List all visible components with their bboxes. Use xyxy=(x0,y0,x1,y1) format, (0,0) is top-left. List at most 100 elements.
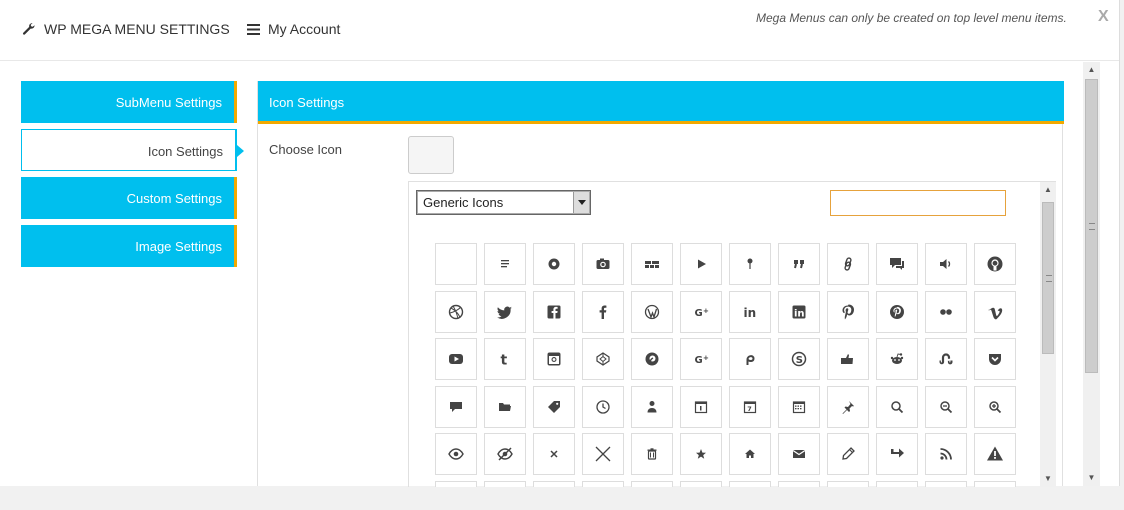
icon-option-polldaddy[interactable] xyxy=(631,338,673,380)
icon-option-summary[interactable] xyxy=(925,480,967,487)
tab-image-settings[interactable]: Image Settings xyxy=(21,225,237,267)
icon-option-user[interactable] xyxy=(631,385,673,428)
modal-scrollbar[interactable]: ▲ ▼ xyxy=(1083,62,1100,486)
icon-grid-scrollbar[interactable]: ▲ ▼ xyxy=(1040,182,1056,487)
icon-option-audio[interactable] xyxy=(925,243,967,285)
icon-option-standard[interactable] xyxy=(484,243,526,285)
icon-option-facebook-square[interactable] xyxy=(533,290,575,333)
icon-option-instagram[interactable] xyxy=(533,338,575,380)
icon-option-googleplus-alt[interactable]: G + xyxy=(680,338,722,380)
icon-option-share[interactable] xyxy=(435,480,477,487)
scroll-down-icon[interactable]: ▼ xyxy=(1040,471,1056,487)
tab-submenu-settings[interactable]: SubMenu Settings xyxy=(21,81,237,123)
icon-option-reddit[interactable] xyxy=(876,338,918,380)
icon-option-reply[interactable] xyxy=(876,433,918,475)
tab-icon-settings[interactable]: Icon Settings xyxy=(21,129,244,171)
selected-icon-preview[interactable] xyxy=(408,136,454,174)
icon-option-comment[interactable] xyxy=(435,385,477,428)
gallery-icon xyxy=(643,255,661,273)
icon-option-pinned[interactable] xyxy=(827,385,869,428)
icon-option-week[interactable]: 7 xyxy=(729,385,771,428)
icon-option-show[interactable] xyxy=(435,433,477,475)
icon-option-twitter[interactable] xyxy=(484,290,526,333)
icon-option-close-alt[interactable] xyxy=(582,433,624,475)
icon-option-wordpress[interactable] xyxy=(631,290,673,333)
icon-option-minimize[interactable] xyxy=(729,480,771,487)
zoom-icon xyxy=(986,398,1004,416)
icon-option-linkedin-square[interactable]: in xyxy=(778,290,820,333)
icon-option-tumblr[interactable]: t xyxy=(484,338,526,380)
icon-option-home[interactable] xyxy=(729,433,771,475)
icon-option-star[interactable] xyxy=(680,433,722,475)
icon-option-day[interactable] xyxy=(680,385,722,428)
icon-option-video[interactable] xyxy=(680,243,722,285)
icon-option-spam[interactable] xyxy=(876,480,918,487)
icon-option-flickr[interactable] xyxy=(925,290,967,333)
icon-option-blank[interactable] xyxy=(435,243,477,285)
icon-option-close[interactable] xyxy=(533,433,575,475)
icon-option-search[interactable] xyxy=(876,385,918,428)
icon-option-dribbble[interactable] xyxy=(435,290,477,333)
facebook-icon xyxy=(594,303,612,321)
icon-option-image[interactable] xyxy=(582,243,624,285)
scroll-up-icon[interactable]: ▲ xyxy=(1083,62,1100,78)
icon-option-pinterest-circle[interactable] xyxy=(876,290,918,333)
icon-option-mail[interactable] xyxy=(778,433,820,475)
icon-option-category[interactable] xyxy=(484,385,526,428)
icon-option-github[interactable] xyxy=(974,243,1016,285)
icon-option-checkmark[interactable] xyxy=(582,480,624,487)
icon-option-maximize[interactable] xyxy=(778,480,820,487)
icon-option-linkedin[interactable]: in xyxy=(729,290,771,333)
icon-option-codepen[interactable] xyxy=(582,338,624,380)
icon-option-zoom[interactable] xyxy=(974,385,1016,428)
icon-option-location[interactable] xyxy=(533,480,575,487)
scroll-up-icon[interactable]: ▲ xyxy=(1040,182,1056,198)
icon-option-warning[interactable] xyxy=(974,433,1016,475)
close-button[interactable]: X xyxy=(1098,8,1109,26)
status-icon xyxy=(741,255,759,273)
settings-title-link[interactable]: WP MEGA MENU SETTINGS xyxy=(22,21,230,37)
youtube-icon xyxy=(447,350,465,368)
icon-option-digg[interactable] xyxy=(827,338,869,380)
search-icon xyxy=(888,398,906,416)
my-account-link[interactable]: My Account xyxy=(247,21,340,37)
home-icon xyxy=(741,445,759,463)
icon-option-skype[interactable]: S xyxy=(778,338,820,380)
icon-option-aside[interactable] xyxy=(533,243,575,285)
icon-option-pinterest[interactable] xyxy=(827,290,869,333)
icon-option-month[interactable] xyxy=(778,385,820,428)
scroll-thumb[interactable] xyxy=(1085,79,1098,373)
icon-option-menu[interactable] xyxy=(631,480,673,487)
icon-option-pocket[interactable] xyxy=(974,338,1016,380)
icon-option-404[interactable] xyxy=(827,480,869,487)
googleplus-alt-icon: G + xyxy=(692,350,710,368)
icon-option-attachment[interactable] xyxy=(484,480,526,487)
icon-set-select[interactable]: Generic Icons xyxy=(416,190,591,215)
icon-option-youtube[interactable] xyxy=(435,338,477,380)
icon-option-link[interactable] xyxy=(827,243,869,285)
tab-custom-settings[interactable]: Custom Settings xyxy=(21,177,237,219)
icon-option-unzoom[interactable] xyxy=(925,385,967,428)
icon-option-vimeo[interactable] xyxy=(974,290,1016,333)
icon-option-hide[interactable] xyxy=(484,433,526,475)
icon-search-input[interactable] xyxy=(830,190,1006,216)
icon-option-facebook[interactable] xyxy=(582,290,624,333)
scroll-down-icon[interactable]: ▼ xyxy=(1083,470,1100,486)
flickr-icon xyxy=(937,303,955,321)
icon-option-tag[interactable] xyxy=(533,385,575,428)
icon-option-cloud[interactable] xyxy=(974,480,1016,487)
icon-option-edit[interactable] xyxy=(827,433,869,475)
icon-option-gallery[interactable] xyxy=(631,243,673,285)
icon-option-status[interactable] xyxy=(729,243,771,285)
scroll-thumb[interactable] xyxy=(1042,202,1054,354)
icon-option-quote[interactable] xyxy=(778,243,820,285)
icon-option-feed[interactable] xyxy=(925,433,967,475)
icon-option-trash[interactable] xyxy=(631,433,673,475)
icon-option-googleplus[interactable]: G + xyxy=(680,290,722,333)
icon-option-chat[interactable] xyxy=(876,243,918,285)
icon-option-path[interactable] xyxy=(729,338,771,380)
icon-option-stumbleupon[interactable] xyxy=(925,338,967,380)
icon-option-refresh[interactable] xyxy=(680,480,722,487)
icon-option-time[interactable] xyxy=(582,385,624,428)
stumbleupon-icon xyxy=(937,350,955,368)
